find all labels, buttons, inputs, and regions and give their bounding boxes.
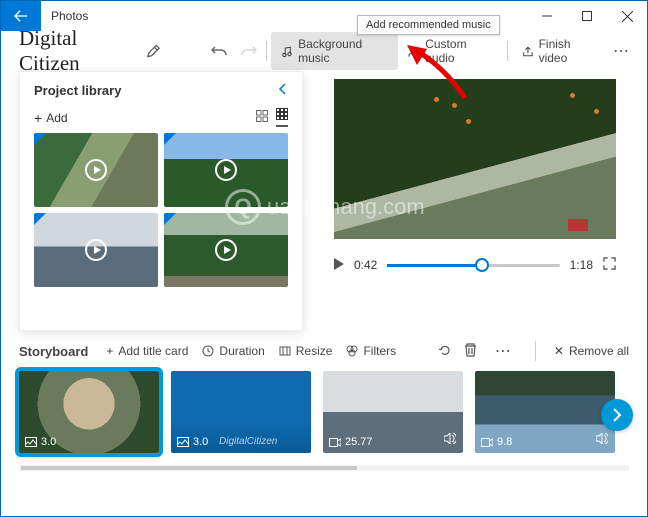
clip-strip[interactable]: 3.0 3.0 DigitalCitizen 25.77 9.8 [19,371,629,459]
trash-icon [464,343,477,357]
panel-title: Project library [34,83,121,98]
rotate-icon [438,343,452,357]
maximize-icon [582,11,592,21]
minimize-button[interactable] [527,1,567,31]
watermark: Q uantrimang.com [225,189,425,225]
clock-icon [202,345,214,357]
total-time: 1:18 [570,258,593,272]
storyboard-clip[interactable]: 3.0 DigitalCitizen [171,371,311,453]
delete-button[interactable] [464,343,477,360]
more-button[interactable]: ⋯ [607,41,635,61]
current-time: 0:42 [354,258,377,272]
redo-button [236,38,260,64]
fullscreen-icon [603,257,616,270]
watermark-logo: Q [225,189,261,225]
storyboard-clip[interactable]: 3.0 [19,371,159,453]
background-music-button[interactable]: Background music [271,32,398,70]
divider [535,341,536,361]
duration-button[interactable]: Duration [202,344,264,358]
play-triangle-icon [334,258,344,270]
fullscreen-button[interactable] [603,257,616,273]
remove-all-button[interactable]: ✕Remove all [554,344,629,358]
x-icon: ✕ [554,344,564,358]
grid-small-icon [276,108,288,120]
library-clip[interactable] [34,133,158,207]
arrow-left-icon [14,9,28,23]
project-title: Digital Citizen [19,26,136,76]
chevron-left-icon [278,83,288,95]
project-toolbar: Digital Citizen Background music Custom … [1,31,647,71]
clip-title: DigitalCitizen [219,436,277,447]
background-music-label: Background music [298,37,388,65]
speaker-icon [444,433,456,447]
play-icon [85,239,107,261]
filters-icon [346,345,358,357]
minimize-icon [542,11,552,21]
tooltip: Add recommended music [357,15,500,35]
divider [507,41,508,61]
library-clip[interactable] [34,213,158,287]
view-list-button[interactable] [256,110,268,125]
add-label: Add [46,111,67,125]
rename-button[interactable] [146,43,161,59]
next-clips-button[interactable] [601,399,633,431]
plus-icon: + [106,344,113,358]
image-icon [25,437,37,447]
plus-icon: + [34,110,42,126]
resize-icon [279,345,291,357]
app-title: Photos [41,9,98,23]
redo-icon [239,42,257,60]
filters-button[interactable]: Filters [346,344,396,358]
undo-icon [211,42,229,60]
divider [266,41,267,61]
add-button[interactable]: + Add [34,110,68,126]
person-music-icon [408,45,420,58]
play-icon [85,159,107,181]
custom-audio-label: Custom audio [425,37,493,65]
speaker-icon [596,433,608,447]
storyboard-clip[interactable]: 9.8 [475,371,615,453]
close-button[interactable] [607,1,647,31]
finish-video-button[interactable]: Finish video [512,32,607,70]
add-title-card-button[interactable]: +Add title card [106,344,188,358]
chevron-right-icon [612,408,622,422]
storyboard-more-button[interactable]: ⋯ [489,341,517,361]
resize-button[interactable]: Resize [279,344,333,358]
seek-slider[interactable] [387,264,559,267]
music-icon [281,45,293,58]
storyboard-title: Storyboard [19,344,88,359]
maximize-button[interactable] [567,1,607,31]
rotate-button[interactable] [438,343,452,360]
grid-large-icon [256,110,268,122]
video-icon [481,438,493,447]
video-icon [329,438,341,447]
finish-video-label: Finish video [539,37,597,65]
play-icon [215,239,237,261]
close-icon [622,11,633,22]
play-icon [215,159,237,181]
collapse-button[interactable] [278,82,288,98]
undo-button[interactable] [208,38,232,64]
export-icon [522,45,534,58]
image-icon [177,437,189,447]
play-button[interactable] [334,258,344,273]
storyboard-scrollbar[interactable] [19,465,629,471]
view-grid-button[interactable] [276,108,288,127]
custom-audio-button[interactable]: Custom audio [398,32,502,70]
storyboard-clip[interactable]: 25.77 [323,371,463,453]
